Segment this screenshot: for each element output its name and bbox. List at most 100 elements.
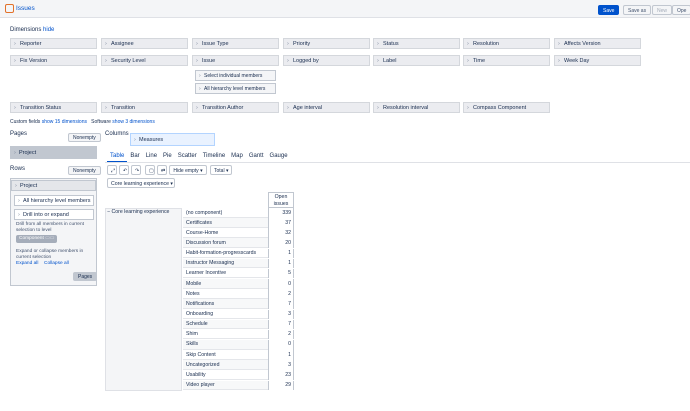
software-label: Software [91, 119, 111, 125]
row-member-label[interactable]: Video player [186, 382, 215, 388]
row-member-label[interactable]: Discussion forum [186, 240, 226, 246]
row-open-issues-value[interactable]: 29 [268, 380, 294, 391]
tab-scatter[interactable]: Scatter [175, 153, 200, 162]
row-open-issues-value[interactable]: 0 [268, 279, 294, 289]
save-button[interactable]: Save [598, 5, 620, 15]
issue-option-all-hierarchy[interactable]: All hierarchy level members [195, 83, 276, 95]
columns-measures-item[interactable]: Measures [130, 133, 215, 147]
save-as-button[interactable]: Save as [623, 5, 652, 15]
tab-map[interactable]: Map [228, 153, 246, 162]
root-row-label[interactable]: − Core learning experience [107, 209, 169, 215]
row-open-issues-value[interactable]: 7 [268, 299, 294, 309]
row-member-label[interactable]: Usability [186, 372, 206, 378]
row-open-issues-value[interactable]: 32 [268, 228, 294, 238]
row-open-issues-value[interactable]: 3 [268, 309, 294, 320]
row-open-issues-value[interactable]: 3 [268, 360, 294, 370]
row-open-issues-value[interactable]: 1 [268, 258, 294, 269]
row-member-label[interactable]: Notes [186, 291, 200, 297]
report-title[interactable]: Issues [16, 5, 35, 12]
row-member-label[interactable]: (no component) [186, 210, 222, 216]
row-member-label[interactable]: Schedule [186, 321, 208, 327]
row-member-label[interactable]: Uncategorized [186, 362, 219, 368]
dimension-affects-version[interactable]: Affects Version [554, 38, 641, 49]
row-open-issues-value[interactable]: 23 [268, 370, 294, 380]
dimension-issue[interactable]: Issue [192, 55, 279, 66]
tab-table[interactable]: Table [107, 153, 128, 162]
row-open-issues-value[interactable]: 2 [268, 329, 294, 340]
row-member-label[interactable]: Mobile [186, 281, 201, 287]
row-member-label[interactable]: Learner Incentive [186, 270, 226, 276]
comment-icon[interactable]: ▢ [145, 165, 155, 175]
tab-gauge[interactable]: Gauge [267, 153, 291, 162]
table-row: Course-Home 32 [183, 228, 294, 238]
row-open-issues-value[interactable]: 7 [268, 319, 294, 330]
fullscreen-icon[interactable]: ⤢ [107, 165, 117, 175]
collapse-icon[interactable]: − [107, 209, 110, 215]
row-member-label[interactable]: Skills [186, 341, 198, 347]
swap-axes-icon[interactable]: ⇄ [157, 165, 167, 175]
row-open-issues-value[interactable]: 2 [268, 289, 294, 299]
dimension-security-level[interactable]: Security Level [101, 55, 188, 66]
component-level-tag[interactable]: Component ▭▭ [16, 235, 58, 243]
row-member-label[interactable]: Course-Home [186, 230, 218, 236]
row-open-issues-value[interactable]: 1 [268, 350, 294, 360]
dimension-resolution[interactable]: Resolution [463, 38, 550, 49]
dimension-reporter[interactable]: Reporter [10, 38, 97, 49]
row-open-issues-value[interactable]: 1 [268, 248, 294, 259]
dimension-transition-status[interactable]: Transition Status [10, 102, 97, 113]
dimension-issue-type[interactable]: Issue Type [192, 38, 279, 49]
open-issues-column-header[interactable]: Open issues [268, 192, 294, 208]
dimension-fix-version[interactable]: Fix Version [10, 55, 97, 66]
rows-option-drill[interactable]: Drill into or expand [14, 209, 94, 221]
row-open-issues-value[interactable]: 20 [268, 238, 294, 249]
software-show-link[interactable]: show 3 dimensions [112, 119, 155, 125]
dimension-week-day[interactable]: Week Day [554, 55, 641, 66]
custom-fields-show-link[interactable]: show 15 dimensions [42, 119, 87, 125]
collapse-all-link[interactable]: Collapse all [44, 261, 69, 267]
row-open-issues-value[interactable]: 37 [268, 218, 294, 228]
dimensions-hide-link[interactable]: hide [43, 27, 54, 33]
tab-line[interactable]: Line [143, 153, 160, 162]
view-tabs: Table Bar Line Pie Scatter Timeline Map … [107, 153, 291, 162]
row-member-label[interactable]: Notifications [186, 301, 214, 307]
dimension-compass-component[interactable]: Compass Component [463, 102, 550, 113]
rows-nonempty-button[interactable]: Nonempty [68, 166, 101, 175]
dimension-time[interactable]: Time [463, 55, 550, 66]
row-member-label[interactable]: Shim [186, 331, 198, 337]
expand-all-link[interactable]: Expand all [16, 261, 38, 267]
row-member-label[interactable]: Instructor Messaging [186, 260, 234, 266]
rows-project-item[interactable]: Project [11, 180, 96, 192]
new-button[interactable]: New [652, 5, 673, 15]
row-filter-dropdown[interactable]: Core learning experience ▾ [107, 178, 175, 188]
issue-option-select-individual[interactable]: Select individual members [195, 70, 276, 82]
dimension-transition[interactable]: Transition [101, 102, 188, 113]
tab-pie[interactable]: Pie [160, 153, 175, 162]
rows-option-all-hierarchy[interactable]: All hierarchy level members [14, 195, 94, 207]
undo-icon[interactable]: ↶ [119, 165, 129, 175]
redo-icon[interactable]: ↷ [131, 165, 141, 175]
pages-project-item[interactable]: Project [10, 146, 97, 160]
row-member-label[interactable]: Certificates [186, 220, 212, 226]
row-member-label[interactable]: Habit-formation-progresscards [186, 250, 256, 256]
dimension-resolution-interval[interactable]: Resolution interval [373, 102, 460, 113]
dimension-priority[interactable]: Priority [283, 38, 370, 49]
pages-move-button[interactable]: Pages [73, 272, 98, 281]
tab-timeline[interactable]: Timeline [200, 153, 228, 162]
dimension-status[interactable]: Status [373, 38, 460, 49]
hide-empty-dropdown[interactable]: Hide empty ▾ [169, 165, 207, 175]
dimension-assignee[interactable]: Assignee [101, 38, 188, 49]
dimension-label[interactable]: Label [373, 55, 460, 66]
pages-nonempty-button[interactable]: Nonempty [68, 133, 101, 142]
row-member-label[interactable]: Onboarding [186, 311, 213, 317]
dimension-logged-by[interactable]: Logged by [283, 55, 370, 66]
total-dropdown[interactable]: Total ▾ [210, 165, 232, 175]
dimension-age-interval[interactable]: Age interval [283, 102, 370, 113]
tab-gantt[interactable]: Gantt [246, 153, 267, 162]
row-open-issues-value[interactable]: 5 [268, 268, 294, 279]
row-open-issues-value[interactable]: 339 [268, 208, 294, 218]
dimension-transition-author[interactable]: Transition Author [192, 102, 279, 113]
row-open-issues-value[interactable]: 0 [268, 339, 294, 350]
tab-bar[interactable]: Bar [127, 153, 142, 162]
row-member-label[interactable]: Skip Content [186, 352, 216, 358]
open-button[interactable]: Ope [672, 5, 690, 15]
